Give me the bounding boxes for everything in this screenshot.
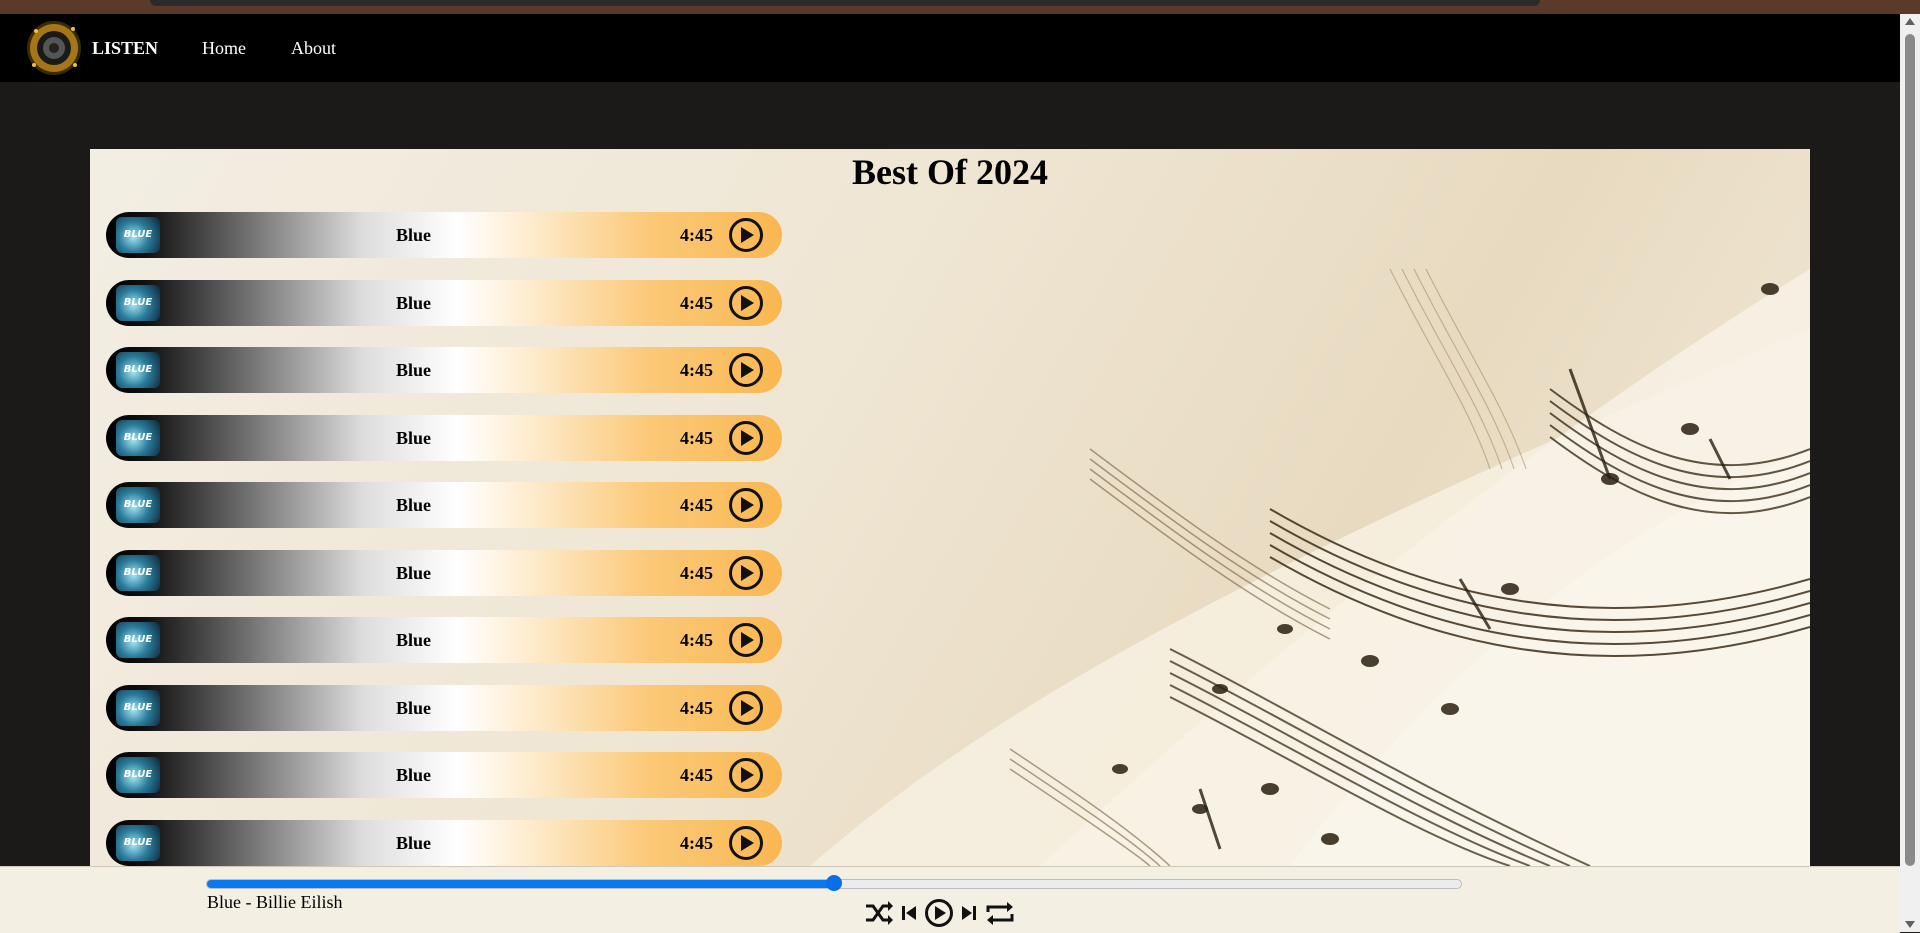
play-circle-icon[interactable] <box>728 757 764 793</box>
progress-slider[interactable] <box>206 875 1462 891</box>
speaker-logo-icon[interactable] <box>26 15 82 81</box>
play-circle-icon[interactable] <box>728 285 764 321</box>
album-art-thumbnail: BLUE <box>116 352 160 388</box>
nav-link-about[interactable]: About <box>291 38 336 59</box>
track-row[interactable]: BLUE Blue 4:45 <box>106 482 782 528</box>
album-art-thumbnail: BLUE <box>116 757 160 793</box>
track-duration: 4:45 <box>680 562 713 583</box>
track-row[interactable]: BLUE Blue 4:45 <box>106 347 782 393</box>
album-art-thumbnail: BLUE <box>116 622 160 658</box>
track-duration: 4:45 <box>680 292 713 313</box>
track-title: Blue <box>396 697 432 718</box>
playlist-panel: Best Of 2024 BLUE Blue 4:45 BLUE Blue 4:45 BLU… <box>90 149 1810 866</box>
repeat-icon[interactable] <box>984 900 1016 931</box>
play-circle-icon[interactable] <box>728 690 764 726</box>
track-row[interactable]: BLUE Blue 4:45 <box>106 279 782 326</box>
track-duration: 4:45 <box>680 697 713 718</box>
next-icon[interactable] <box>960 903 978 928</box>
browser-tab-edge <box>150 0 1540 6</box>
track-row[interactable]: BLUE Blue 4:45 <box>106 617 782 663</box>
track-duration: 4:45 <box>680 495 713 515</box>
track-title: Blue <box>396 630 432 650</box>
track-row[interactable]: BLUE Blue 4:45 <box>106 549 782 596</box>
progress-fill <box>207 880 834 888</box>
scroll-up-icon[interactable] <box>1905 18 1915 25</box>
track-row[interactable]: BLUE Blue 4:45 <box>106 414 782 461</box>
track-row[interactable]: BLUE Blue 4:45 <box>106 752 782 798</box>
album-art-thumbnail: BLUE <box>116 284 160 321</box>
track-row[interactable]: BLUE Blue 4:45 <box>106 684 782 731</box>
brand-name[interactable]: LISTEN <box>92 38 158 59</box>
play-circle-icon[interactable] <box>728 487 764 523</box>
play-circle-icon[interactable] <box>728 352 764 388</box>
play-circle-icon[interactable] <box>728 555 764 591</box>
page-scrollbar[interactable] <box>1900 14 1920 932</box>
play-circle-icon[interactable] <box>728 825 764 861</box>
player-bar: Blue - Billie Eilish <box>0 866 1900 933</box>
previous-icon[interactable] <box>900 903 918 928</box>
track-title: Blue <box>396 360 432 380</box>
album-art-thumbnail: BLUE <box>116 217 160 253</box>
navbar: LISTEN Home About <box>0 14 1900 82</box>
track-title: Blue <box>396 562 432 583</box>
track-title: Blue <box>396 225 432 245</box>
album-art-thumbnail: BLUE <box>116 689 160 726</box>
playlist-title: Best Of 2024 <box>852 152 1048 192</box>
track-title: Blue <box>396 765 432 785</box>
album-art-thumbnail: BLUE <box>116 554 160 591</box>
progress-knob[interactable] <box>826 875 842 891</box>
track-duration: 4:45 <box>680 832 713 853</box>
album-art-thumbnail: BLUE <box>116 824 160 861</box>
album-art-thumbnail: BLUE <box>116 487 160 523</box>
album-art-thumbnail: BLUE <box>116 419 160 456</box>
track-duration: 4:45 <box>680 630 713 650</box>
scroll-down-icon[interactable] <box>1905 921 1915 928</box>
track-title: Blue <box>396 427 432 448</box>
track-title: Blue <box>396 832 432 853</box>
play-icon[interactable] <box>924 898 954 933</box>
shuffle-icon[interactable] <box>864 899 894 932</box>
track-duration: 4:45 <box>680 225 713 245</box>
play-circle-icon[interactable] <box>728 622 764 658</box>
track-row[interactable]: BLUE Blue 4:45 <box>106 212 782 258</box>
track-duration: 4:45 <box>680 427 713 448</box>
play-circle-icon[interactable] <box>728 420 764 456</box>
track-title: Blue <box>396 292 432 313</box>
scrollbar-thumb[interactable] <box>1905 34 1915 866</box>
track-duration: 4:45 <box>680 360 713 380</box>
track-title: Blue <box>396 495 432 515</box>
now-playing-label: Blue - Billie Eilish <box>207 892 343 912</box>
browser-top-strip <box>0 0 1920 14</box>
play-circle-icon[interactable] <box>728 217 764 253</box>
track-row[interactable]: BLUE Blue 4:45 <box>106 819 782 866</box>
nav-link-home[interactable]: Home <box>202 38 246 59</box>
track-duration: 4:45 <box>680 765 713 785</box>
playback-controls <box>864 898 1022 933</box>
